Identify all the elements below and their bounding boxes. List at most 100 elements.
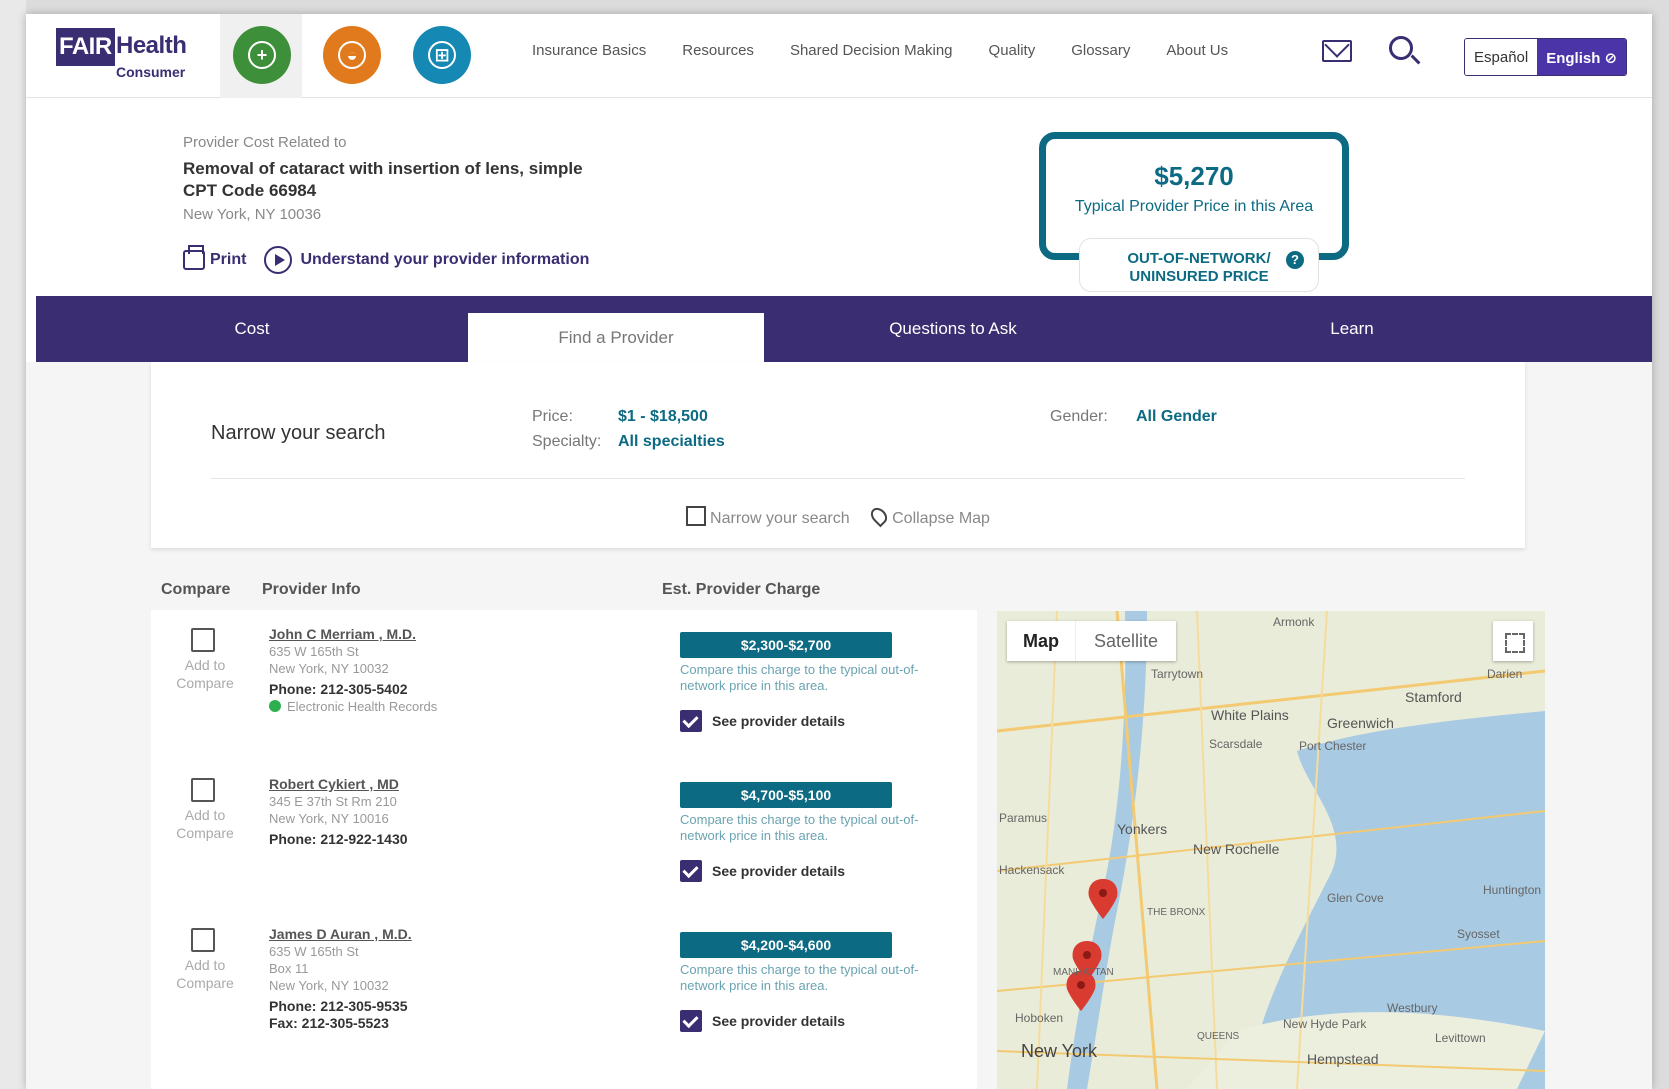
procedure-name: Removal of cataract with insertion of le…	[183, 159, 583, 178]
col-compare: Compare	[161, 581, 231, 598]
tab-find-provider[interactable]: Find a Provider	[468, 313, 764, 362]
cart-icon: ⊞	[413, 26, 471, 84]
section-tabs: Cost Find a Provider Questions to Ask Le…	[36, 296, 1652, 362]
map-pin-icon[interactable]	[867, 504, 891, 528]
lang-espanol-button[interactable]: Español	[1465, 39, 1538, 75]
charge-badge: $2,300-$2,700	[680, 632, 892, 658]
search-icon[interactable]	[1389, 36, 1413, 60]
find-provider-content: Narrow your search Price: $1 - $18,500 Sp…	[26, 362, 1652, 1089]
provider-name-link[interactable]: John C Merriam , M.D.	[269, 626, 437, 643]
understand-link[interactable]: Understand your provider information	[300, 251, 589, 269]
charge-badge: $4,200-$4,600	[680, 932, 892, 958]
map-label: Huntington	[1483, 883, 1542, 897]
see-details-label[interactable]: See provider details	[712, 713, 845, 729]
nav-about-us[interactable]: About Us	[1166, 42, 1228, 59]
price-value[interactable]: $1 - $18,500	[618, 408, 708, 425]
help-icon[interactable]: ?	[1286, 251, 1304, 269]
see-details-toggle[interactable]: See provider details	[680, 1010, 845, 1032]
tab-questions[interactable]: Questions to Ask	[764, 296, 1142, 362]
map-label: QUEENS	[1197, 1031, 1240, 1042]
print-link[interactable]: Print	[210, 251, 246, 269]
map-label: Greenwich	[1327, 715, 1394, 731]
nav-glossary[interactable]: Glossary	[1071, 42, 1130, 59]
compare-checkbox[interactable]	[191, 928, 215, 952]
fairhealth-logo[interactable]: FAIR Health Consumer	[56, 28, 196, 82]
map-label: Hackensack	[999, 863, 1065, 877]
compare-checkbox[interactable]	[191, 778, 215, 802]
provider-fax: Fax: 212-305-5523	[269, 1015, 389, 1031]
gender-filter[interactable]: Gender: All Gender	[1050, 408, 1217, 426]
gender-value[interactable]: All Gender	[1136, 408, 1217, 425]
shopping-section-button[interactable]: ⊞	[400, 14, 482, 98]
provider-address: 635 W 165th St	[269, 644, 359, 659]
provider-info: James D Auran , M.D. 635 W 165th St Box …	[269, 926, 412, 1032]
map-view-button[interactable]: Map	[1007, 621, 1075, 661]
dental-section-button[interactable]: ◒	[310, 14, 392, 98]
search-tools: Narrow your search Collapse Map	[151, 504, 1525, 528]
map-label: Port Chester	[1299, 739, 1367, 753]
provider-name-link[interactable]: James D Auran , M.D.	[269, 926, 412, 943]
tooth-icon: ◒	[323, 26, 381, 84]
provider-row: Add to Compare Robert Cykiert , MD 345 E…	[151, 760, 977, 910]
compare-checkbox[interactable]	[191, 628, 215, 652]
fullscreen-icon[interactable]	[1493, 621, 1533, 661]
compare-charge-note: Compare this charge to the typical out-o…	[680, 812, 919, 843]
tab-learn[interactable]: Learn	[1142, 296, 1562, 362]
printer-icon[interactable]	[183, 245, 205, 270]
provider-row: Add to Compare James D Auran , M.D. 635 …	[151, 910, 977, 1060]
see-details-label[interactable]: See provider details	[712, 863, 845, 879]
charge-badge: $4,700-$5,100	[680, 782, 892, 808]
map-label: Syosset	[1457, 927, 1500, 941]
provider-map[interactable]: Map Satellite Armonk Tarrytown White Pla…	[997, 611, 1545, 1089]
nav-insurance-basics[interactable]: Insurance Basics	[532, 42, 646, 59]
summary-location: New York, NY 10036	[183, 206, 322, 223]
provider-address: 635 W 165th St	[269, 944, 359, 959]
see-details-toggle[interactable]: See provider details	[680, 710, 845, 732]
specialty-value[interactable]: All specialties	[618, 433, 725, 450]
specialty-filter[interactable]: Specialty: All specialties	[532, 433, 725, 451]
satellite-view-button[interactable]: Satellite	[1075, 621, 1176, 661]
out-of-network-badge[interactable]: OUT-OF-NETWORK/ UNINSURED PRICE ?	[1079, 238, 1319, 292]
see-details-label[interactable]: See provider details	[712, 1013, 845, 1029]
summary-actions: Print Understand your provider informati…	[183, 245, 589, 274]
nav-resources[interactable]: Resources	[682, 42, 754, 59]
provider-name-link[interactable]: Robert Cykiert , MD	[269, 776, 408, 793]
browser-page: FAIR Health Consumer + ◒ ⊞ Insurance Bas…	[26, 14, 1652, 1089]
narrow-search-link[interactable]: Narrow your search	[710, 510, 850, 527]
filter-icon[interactable]	[686, 506, 707, 526]
checkbox-checked-icon[interactable]	[680, 710, 702, 732]
ehr-indicator: Electronic Health Records	[269, 698, 437, 715]
medical-shield-icon: +	[233, 26, 291, 84]
price-filter[interactable]: Price: $1 - $18,500	[532, 408, 708, 426]
provider-phone: Phone: 212-305-9535	[269, 998, 408, 1014]
narrow-title: Narrow your search	[211, 422, 386, 444]
checkbox-checked-icon[interactable]	[680, 1010, 702, 1032]
lang-english-button[interactable]: English ⊘	[1537, 39, 1627, 75]
map-label: Levittown	[1435, 1031, 1486, 1045]
see-details-toggle[interactable]: See provider details	[680, 860, 845, 882]
price-label: Price:	[532, 408, 573, 425]
provider-city: New York, NY 10016	[269, 811, 389, 826]
nav-shared-decision-making[interactable]: Shared Decision Making	[790, 42, 953, 59]
provider-info: Robert Cykiert , MD 345 E 37th St Rm 210…	[269, 776, 408, 848]
check-circle-icon	[269, 700, 281, 712]
mail-icon[interactable]	[1322, 40, 1352, 62]
checkbox-checked-icon[interactable]	[680, 860, 702, 882]
play-icon[interactable]	[264, 246, 293, 274]
tab-cost[interactable]: Cost	[36, 296, 468, 362]
map-label: Yonkers	[1117, 821, 1168, 837]
main-nav-links: Insurance Basics Resources Shared Decisi…	[532, 42, 1264, 59]
nav-quality[interactable]: Quality	[989, 42, 1036, 59]
provider-list: Add to Compare John C Merriam , M.D. 635…	[151, 610, 977, 1089]
provider-address-2: Box 11	[269, 961, 309, 976]
provider-address: 345 E 37th St Rm 210	[269, 794, 397, 809]
provider-city: New York, NY 10032	[269, 661, 389, 676]
medical-section-button[interactable]: +	[220, 14, 302, 98]
collapse-map-link[interactable]: Collapse Map	[892, 510, 990, 527]
col-est-charge[interactable]: Est. Provider Charge	[662, 581, 820, 599]
col-provider-info[interactable]: Provider Info	[262, 581, 361, 599]
map-label: New Hyde Park	[1283, 1017, 1367, 1031]
map-label: THE BRONX	[1147, 907, 1206, 918]
map-label: Stamford	[1405, 689, 1462, 705]
map-label: Armonk	[1273, 615, 1315, 629]
